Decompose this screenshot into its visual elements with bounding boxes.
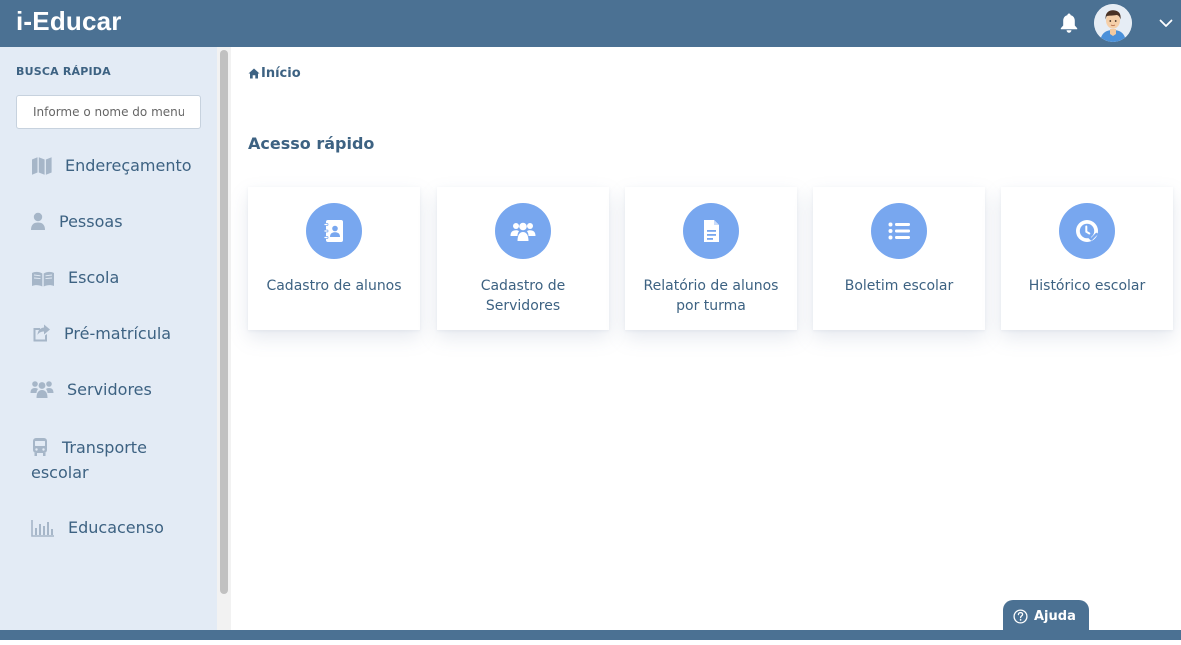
sidebar-item-enderecamento[interactable]: Endereçamento — [0, 152, 217, 182]
users-icon — [510, 222, 536, 241]
sidebar-item-label: Transporte — [62, 438, 147, 457]
card-icon-circle — [306, 203, 362, 259]
bar-chart-icon — [31, 520, 54, 537]
sidebar-item-label: Escola — [68, 268, 120, 287]
list-icon — [888, 222, 910, 240]
sidebar-item-servidores[interactable]: Servidores — [0, 376, 217, 406]
bus-icon — [33, 438, 47, 456]
sidebar-item-label: Pré-matrícula — [64, 324, 172, 343]
card-label: Boletim escolar — [844, 278, 954, 294]
users-icon — [30, 381, 54, 398]
sidebar-item-pre-matricula[interactable]: Pré-matrícula — [0, 320, 217, 350]
card-icon-circle — [683, 203, 739, 259]
breadcrumb-label: Início — [261, 66, 301, 81]
share-icon — [33, 324, 50, 342]
section-title: Acesso rápido — [248, 134, 375, 153]
card-historico-escolar[interactable]: Histórico escolar — [1001, 187, 1173, 330]
map-icon — [32, 157, 52, 175]
bell-icon[interactable] — [1059, 12, 1079, 34]
sidebar-item-label: Endereçamento — [65, 156, 192, 175]
card-label: Relatório de alunos por turma — [643, 278, 779, 314]
sidebar-item-label: Servidores — [67, 380, 152, 399]
breadcrumb-home[interactable]: Início — [248, 66, 301, 81]
question-circle-icon — [1013, 608, 1028, 624]
sidebar-item-escola[interactable]: Escola — [0, 264, 217, 294]
user-avatar[interactable] — [1094, 4, 1132, 42]
home-icon — [248, 68, 260, 79]
quick-search-input[interactable] — [16, 95, 201, 129]
card-cadastro-servidores[interactable]: Cadastro de Servidores — [437, 187, 609, 330]
file-text-icon — [704, 220, 719, 242]
sidebar-item-label: Pessoas — [59, 212, 123, 231]
card-cadastro-alunos[interactable]: Cadastro de alunos — [248, 187, 420, 330]
help-button[interactable]: Ajuda — [1003, 600, 1089, 632]
sidebar-item-educacenso[interactable]: Educacenso — [0, 514, 217, 544]
card-boletim-escolar[interactable]: Boletim escolar — [813, 187, 985, 330]
history-check-icon — [1076, 220, 1098, 242]
sidebar-item-pessoas[interactable]: Pessoas — [0, 208, 217, 238]
card-label: Cadastro de alunos — [266, 278, 402, 294]
card-icon-circle — [871, 203, 927, 259]
card-icon-circle — [1059, 203, 1115, 259]
help-label: Ajuda — [1034, 608, 1076, 624]
sidebar-item-transporte-escolar[interactable]: Transporte escolar — [0, 434, 217, 486]
card-label: Histórico escolar — [1028, 278, 1146, 294]
user-icon — [31, 212, 45, 230]
top-bar: i-Educar — [0, 0, 1181, 47]
card-label: Cadastro de Servidores — [480, 278, 566, 314]
quick-search-label: BUSCA RÁPIDA — [16, 65, 111, 78]
sidebar-item-label: Educacenso — [68, 518, 164, 537]
chevron-down-icon[interactable] — [1158, 16, 1174, 30]
sidebar-item-label-line2: escolar — [31, 463, 89, 482]
card-icon-circle — [495, 203, 551, 259]
card-relatorio-alunos[interactable]: Relatório de alunos por turma — [625, 187, 797, 330]
sidebar-scrollbar-thumb[interactable] — [220, 50, 228, 594]
book-open-icon — [32, 271, 54, 287]
brand-logo[interactable]: i-Educar — [16, 6, 122, 37]
address-book-icon — [323, 220, 343, 242]
